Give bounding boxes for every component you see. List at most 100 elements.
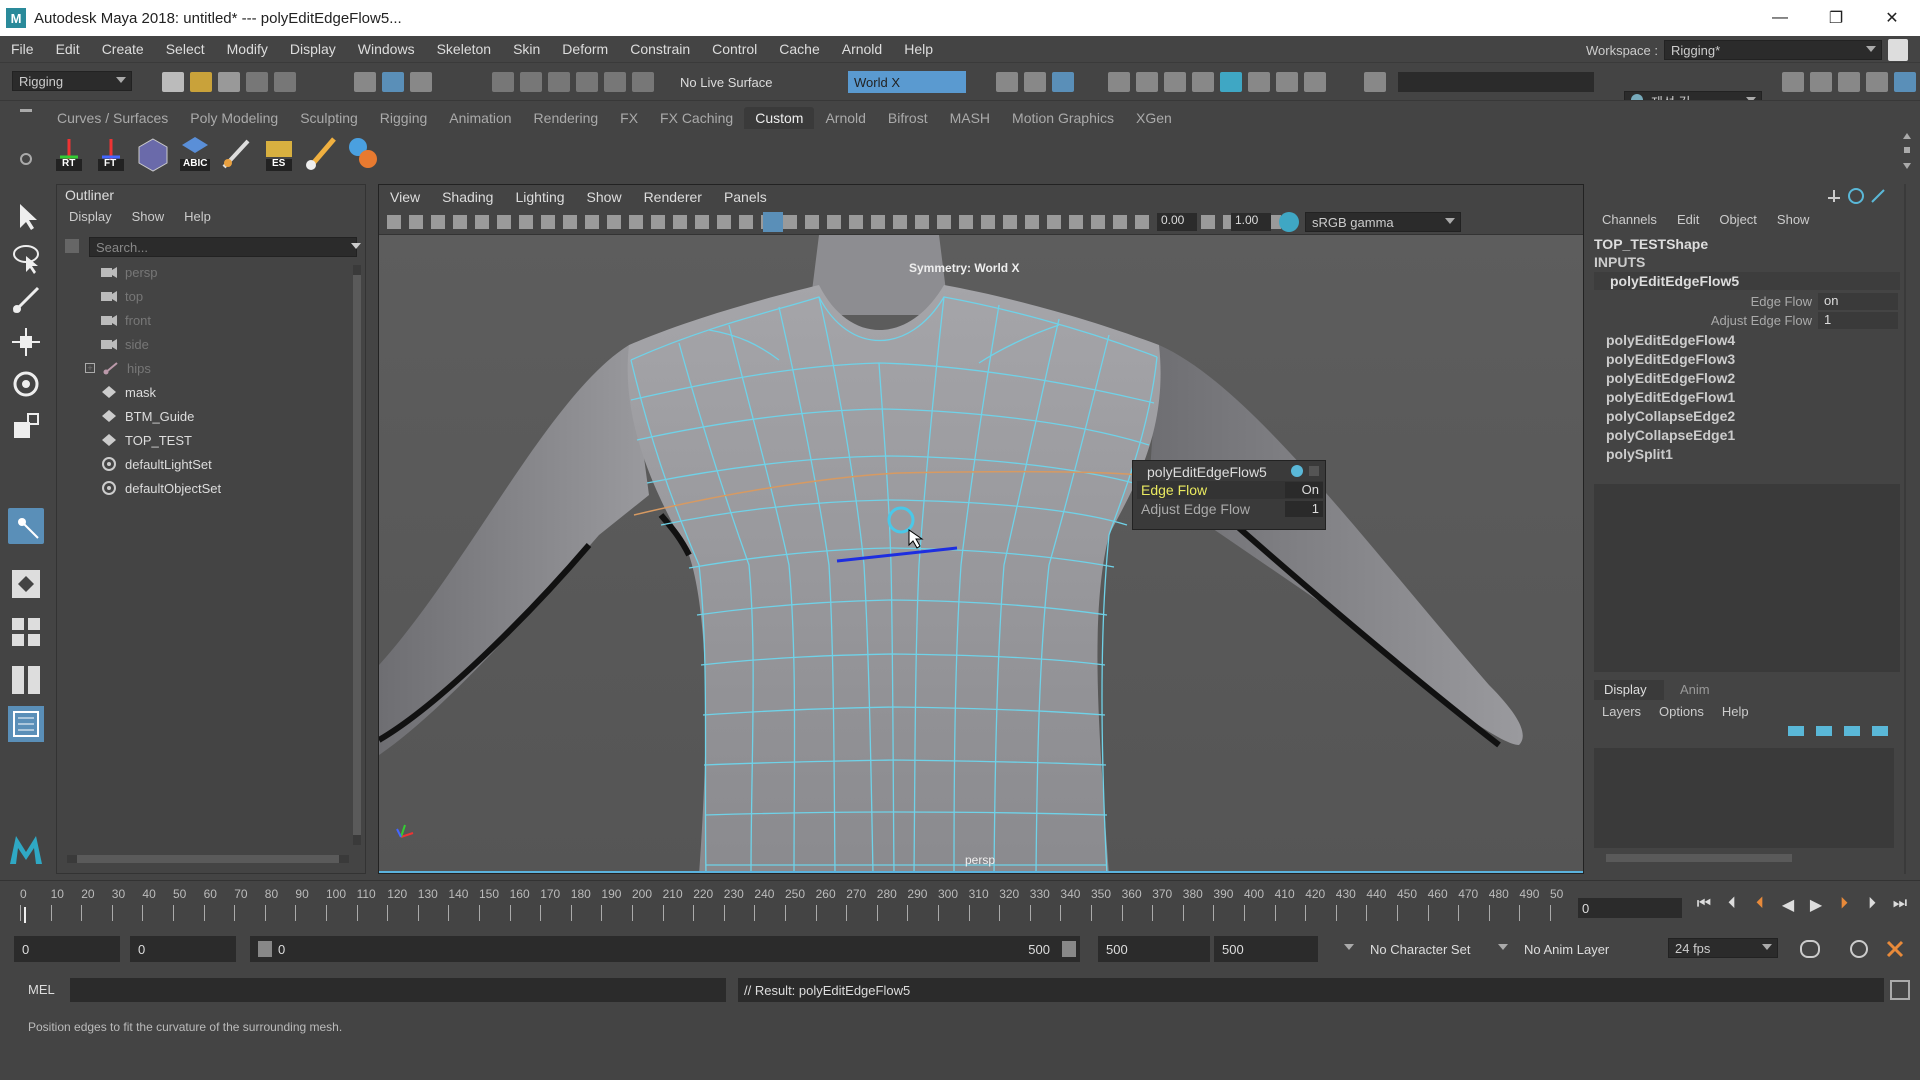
pause-icon[interactable] (1304, 72, 1326, 92)
shelf-tab-fx[interactable]: FX (609, 107, 649, 129)
ipr-render-icon[interactable] (1136, 72, 1158, 92)
shelf-tab-sculpting[interactable]: Sculpting (289, 107, 369, 129)
new-scene-icon[interactable] (162, 72, 184, 92)
scene-end-field[interactable]: 500 (1214, 936, 1318, 962)
expand-icon[interactable]: + (85, 363, 95, 373)
history-node[interactable]: polyEditEdgeFlow4 (1606, 332, 1735, 348)
layer-list-scrollbar[interactable] (1606, 854, 1792, 862)
layer-tab-anim[interactable]: Anim (1680, 682, 1710, 697)
play-forwards-icon[interactable]: ▶ (1802, 895, 1830, 915)
outliner-item-hips[interactable]: + hips (85, 357, 151, 379)
3d-scene[interactable]: Symmetry: World X persp (379, 235, 1583, 873)
layer-menu-help[interactable]: Help (1722, 704, 1749, 719)
persp-outliner-layout-icon[interactable] (8, 662, 44, 698)
modeling-toolkit-icon[interactable] (1782, 72, 1804, 92)
menu-windows[interactable]: Windows (347, 41, 426, 57)
edge-flow-row[interactable]: Edge Flow On (1137, 481, 1323, 499)
menu-constrain[interactable]: Constrain (619, 41, 701, 57)
arnold-ipr-icon[interactable] (1248, 72, 1270, 92)
shelf-tab-animation[interactable]: Animation (438, 107, 522, 129)
color-space-dropdown[interactable]: sRGB gamma (1305, 212, 1461, 232)
layer-menu-options[interactable]: Options (1659, 704, 1704, 719)
in-view-editor-toggle-icon[interactable] (1291, 465, 1303, 477)
quick-input-field[interactable] (1398, 72, 1594, 92)
channel-box-menu-show[interactable]: Show (1777, 212, 1810, 227)
render-settings-icon[interactable] (1052, 72, 1074, 92)
shelf-tab-fx-caching[interactable]: FX Caching (649, 107, 744, 129)
layer-list[interactable] (1594, 748, 1894, 848)
last-tool-used-icon[interactable] (8, 508, 44, 544)
shelf-brush-button[interactable] (302, 133, 340, 173)
rotate-tool-icon[interactable] (8, 366, 44, 402)
history-node[interactable]: polyEditEdgeFlow3 (1606, 351, 1735, 367)
arnold-render-icon[interactable] (1220, 72, 1242, 92)
snap-curve-icon[interactable] (520, 72, 542, 92)
menu-create[interactable]: Create (91, 41, 155, 57)
current-frame-field[interactable]: 0 (1578, 898, 1682, 918)
menu-modify[interactable]: Modify (216, 41, 279, 57)
time-ruler[interactable]: 0 10 20 30 40 50 60 70 80 90 100 110 120 130 140 150 160… (20, 887, 1566, 925)
outliner-search-dropdown-icon[interactable] (351, 243, 361, 249)
outliner-menu-help[interactable]: Help (184, 209, 211, 224)
input-field-icon[interactable] (1364, 72, 1386, 92)
shelf-rt-button[interactable]: RT (50, 133, 88, 173)
animation-preferences-icon[interactable] (1886, 940, 1904, 958)
layer-menu-layers[interactable]: Layers (1602, 704, 1641, 719)
select-hierarchy-icon[interactable] (354, 72, 376, 92)
menu-control[interactable]: Control (701, 41, 768, 57)
channel-box-sync-icon[interactable] (1848, 188, 1864, 204)
channel-box-edit-icon[interactable] (1870, 188, 1886, 204)
shelf-tab-curves-surfaces[interactable]: Curves / Surfaces (46, 107, 179, 129)
play-backwards-icon[interactable]: ◀ (1774, 895, 1802, 915)
single-view-layout-icon[interactable] (8, 566, 44, 602)
menu-cache[interactable]: Cache (768, 41, 830, 57)
tool-settings-toggle-icon[interactable] (1866, 72, 1888, 92)
character-controls-icon[interactable] (1810, 72, 1832, 92)
scale-tool-icon[interactable] (8, 408, 44, 444)
shelf-script-button[interactable] (344, 133, 382, 173)
shelf-tab-motion-graphics[interactable]: Motion Graphics (1001, 107, 1125, 129)
edge-flow-value[interactable]: On (1285, 482, 1323, 498)
undo-icon[interactable] (246, 72, 268, 92)
shelf-tab-poly-modeling[interactable]: Poly Modeling (179, 107, 289, 129)
snap-surface-icon[interactable] (604, 72, 626, 92)
command-input[interactable] (70, 978, 726, 1002)
select-object-icon[interactable] (382, 72, 404, 92)
camera-far-field[interactable]: 1.00 (1231, 213, 1271, 231)
history-node[interactable]: polyCollapseEdge2 (1606, 408, 1735, 424)
color-management-icon[interactable] (1279, 212, 1299, 232)
viewport-menu-view[interactable]: View (379, 189, 431, 205)
camera-near-field[interactable]: 0.00 (1157, 213, 1197, 231)
layer-move-down-icon[interactable] (1816, 726, 1832, 736)
lock-icon[interactable] (1888, 39, 1908, 61)
outliner-vertical-scrollbar[interactable] (353, 265, 361, 845)
channel-box-menu-object[interactable]: Object (1719, 212, 1757, 227)
snap-view-icon[interactable] (576, 72, 598, 92)
render-view-icon[interactable] (1024, 72, 1046, 92)
move-tool-icon[interactable] (8, 324, 44, 360)
shelf-tab-custom[interactable]: Custom (744, 107, 815, 129)
snap-grid-icon[interactable] (492, 72, 514, 92)
symmetry-dropdown[interactable]: World X (848, 71, 966, 93)
in-view-editor[interactable]: polyEditEdgeFlow5 Edge Flow On Adjust Ed… (1132, 460, 1326, 530)
attr-edge-flow-value[interactable]: on (1818, 293, 1898, 310)
playback-start-field[interactable]: 0 (130, 936, 236, 962)
range-start-handle[interactable] (258, 941, 272, 957)
range-slider[interactable]: 0 500 (250, 936, 1080, 962)
viewport-menu-panels[interactable]: Panels (713, 189, 778, 205)
panel-toolbar-icons[interactable] (387, 215, 1287, 229)
shelf-ft-button[interactable]: FT (92, 133, 130, 173)
menu-deform[interactable]: Deform (551, 41, 619, 57)
character-set-label[interactable]: No Character Set (1370, 942, 1470, 957)
outliner-horizontal-scrollbar[interactable] (67, 855, 349, 863)
outliner-item-default-light-set[interactable]: defaultLightSet (101, 453, 212, 475)
playback-end-field[interactable]: 500 (1098, 936, 1210, 962)
outliner-item-persp[interactable]: persp (101, 261, 158, 283)
viewport-menu-shading[interactable]: Shading (431, 189, 504, 205)
channel-box-menu-channels[interactable]: Channels (1602, 212, 1657, 227)
outliner-item-front[interactable]: front (101, 309, 151, 331)
viewport-menu-renderer[interactable]: Renderer (633, 189, 713, 205)
menu-select[interactable]: Select (155, 41, 216, 57)
viewport-panel[interactable]: View Shading Lighting Show Renderer Pane… (378, 184, 1584, 874)
outliner-layout-icon[interactable] (8, 706, 44, 742)
